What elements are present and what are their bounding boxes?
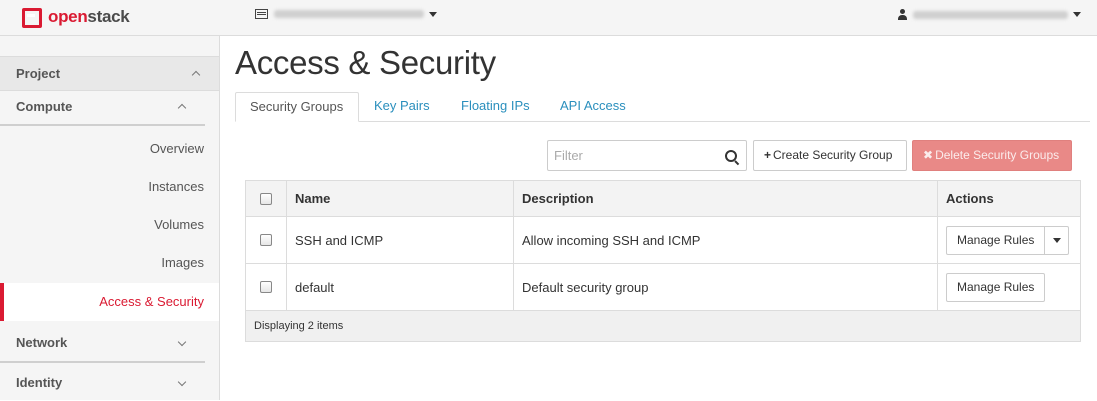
page-title: Access & Security: [235, 44, 496, 81]
tab-bar: Security Groups Key Pairs Floating IPs A…: [235, 92, 1090, 122]
row-name: SSH and ICMP: [287, 217, 514, 263]
sidebar-item-images[interactable]: Images: [0, 255, 204, 270]
caret-down-icon: [429, 11, 437, 17]
row-actions: Manage Rules: [938, 217, 1080, 263]
sidebar-section-label: Identity: [16, 375, 63, 390]
chevron-down-icon: [177, 337, 187, 347]
manage-rules-button[interactable]: Manage Rules: [946, 272, 1046, 302]
logo-icon: [20, 6, 42, 28]
username-redacted: [913, 10, 1068, 19]
button-label: Create Security Group: [773, 148, 893, 162]
search-icon[interactable]: [725, 150, 737, 162]
openstack-logo[interactable]: openstack: [20, 5, 130, 29]
row-description: Default security group: [514, 264, 938, 310]
security-groups-table: Name Description Actions SSH and ICMP Al…: [245, 180, 1081, 342]
filter-input[interactable]: [548, 141, 720, 170]
tab-key-pairs[interactable]: Key Pairs: [360, 92, 444, 121]
sidebar-section-compute[interactable]: Compute: [0, 90, 205, 126]
select-all-checkbox[interactable]: [260, 192, 272, 205]
sidebar-item-access-security[interactable]: Access & Security: [0, 283, 219, 321]
sidebar-panel-project[interactable]: Project: [0, 56, 219, 91]
caret-down-icon: [1073, 12, 1081, 17]
tab-floating-ips[interactable]: Floating IPs: [447, 92, 544, 121]
brand-text: openstack: [48, 7, 130, 26]
row-description: Allow incoming SSH and ICMP: [514, 217, 938, 263]
table-header-row: Name Description Actions: [246, 181, 1080, 217]
item-count: Displaying 2 items: [254, 320, 344, 332]
plus-icon: +: [764, 148, 772, 162]
caret-down-icon: [1052, 237, 1061, 243]
create-security-group-button[interactable]: + Create Security Group: [753, 140, 907, 171]
table-row: default Default security group Manage Ru…: [246, 264, 1080, 311]
row-name: default: [287, 264, 514, 310]
chevron-down-icon: [177, 377, 187, 387]
column-header-name[interactable]: Name: [287, 181, 514, 216]
project-name-redacted: [274, 10, 424, 18]
project-selector-icon: [255, 9, 268, 19]
top-navbar: openstack: [0, 0, 1097, 36]
header-select-cell: [246, 181, 287, 216]
sidebar-panel-identity[interactable]: Identity: [0, 367, 205, 401]
user-icon: [898, 9, 907, 20]
sidebar-section-label: Network: [16, 335, 68, 350]
table-row: SSH and ICMP Allow incoming SSH and ICMP…: [246, 217, 1080, 264]
row-checkbox[interactable]: [260, 234, 272, 246]
more-actions-button[interactable]: [1045, 225, 1070, 255]
delete-security-groups-button[interactable]: ✖ Delete Security Groups: [912, 140, 1072, 171]
user-menu[interactable]: [898, 9, 1081, 20]
chevron-up-icon: [191, 70, 201, 80]
sidebar: Project Compute Overview Instances Volum…: [0, 36, 220, 400]
project-selector[interactable]: [255, 9, 437, 19]
sidebar-item-overview[interactable]: Overview: [0, 141, 204, 156]
sidebar-item-volumes[interactable]: Volumes: [0, 217, 204, 232]
action-button-group: Manage Rules: [946, 225, 1070, 255]
chevron-up-icon: [177, 103, 187, 113]
column-header-actions: Actions: [946, 191, 994, 206]
row-select-cell: [246, 264, 287, 310]
row-select-cell: [246, 217, 287, 263]
tab-security-groups[interactable]: Security Groups: [235, 92, 359, 122]
row-checkbox[interactable]: [260, 281, 272, 293]
manage-rules-button[interactable]: Manage Rules: [946, 225, 1046, 255]
button-label: Delete Security Groups: [935, 148, 1060, 162]
close-icon: ✖: [923, 148, 934, 162]
sidebar-section-label: Compute: [16, 99, 73, 114]
sidebar-item-label: Access & Security: [99, 294, 204, 309]
tab-api-access[interactable]: API Access: [546, 92, 640, 121]
sidebar-item-instances[interactable]: Instances: [0, 179, 204, 194]
sidebar-panel-label: Project: [16, 66, 61, 81]
sidebar-panel-network[interactable]: Network: [0, 327, 205, 363]
filter-box: [547, 140, 747, 171]
column-header-description[interactable]: Description: [514, 181, 938, 216]
row-actions: Manage Rules: [938, 264, 1080, 310]
table-footer: Displaying 2 items: [246, 311, 1080, 341]
